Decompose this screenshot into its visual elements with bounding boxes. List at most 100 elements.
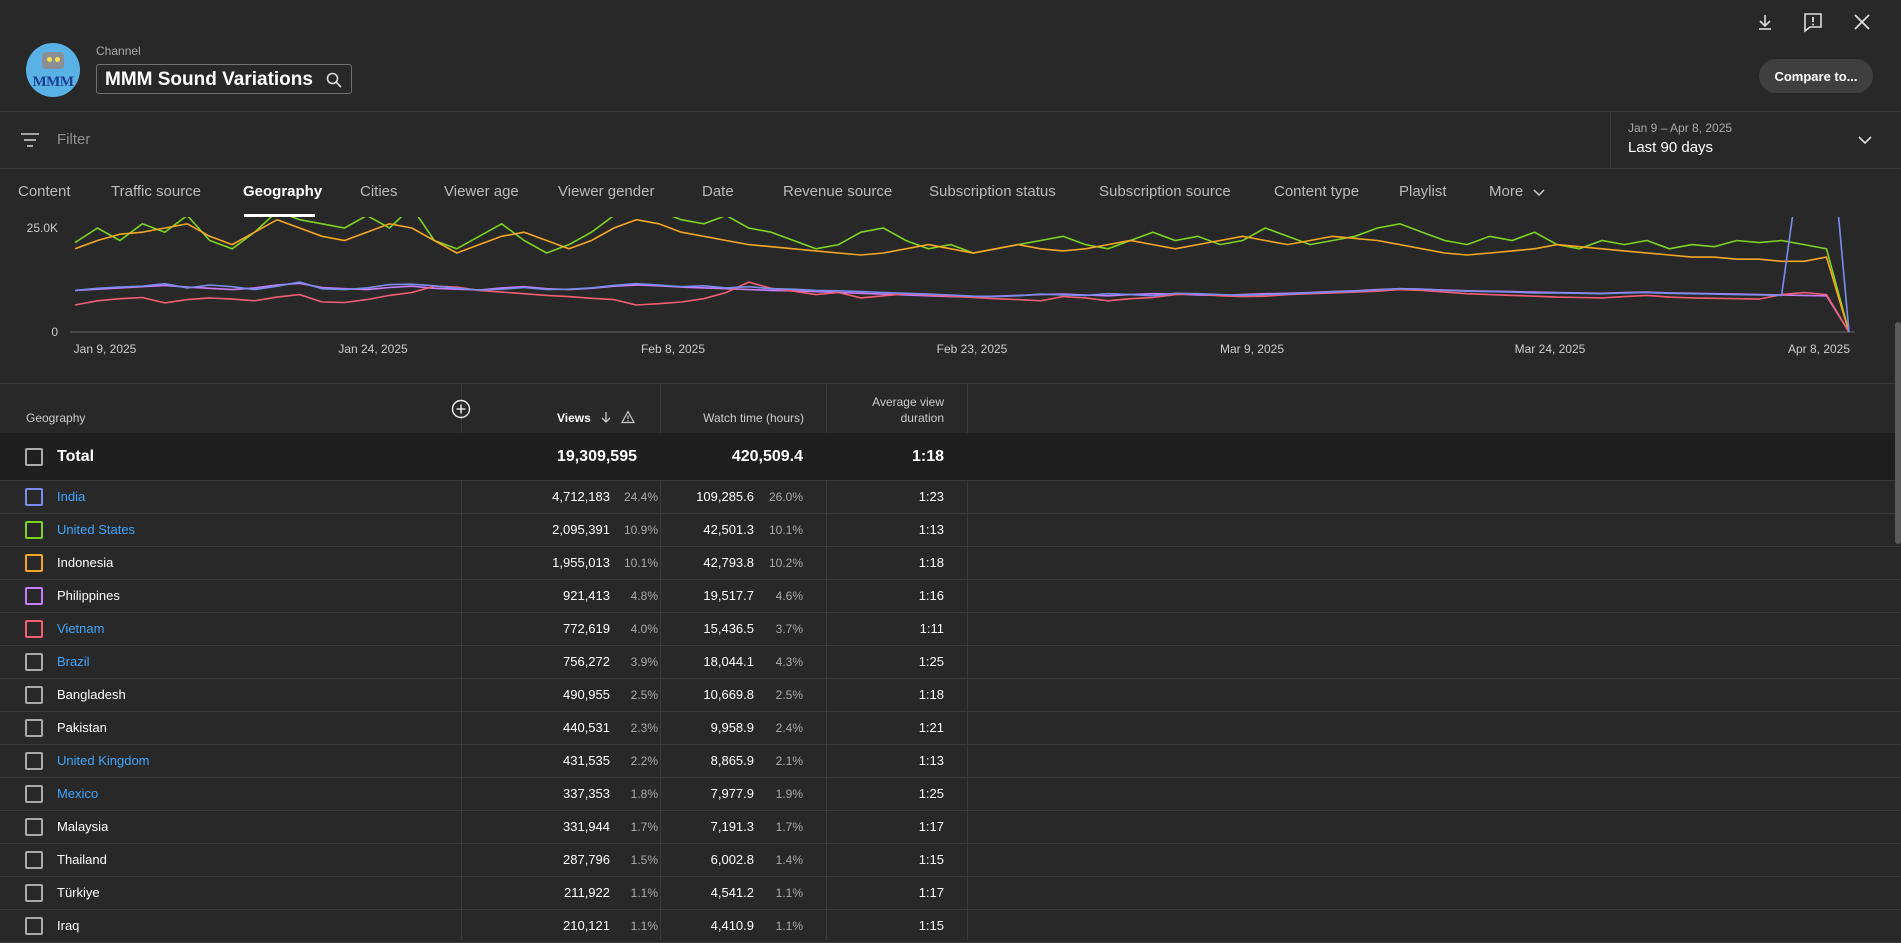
row-watch-time: 15,436.5: [703, 621, 754, 636]
row-country: Indonesia: [57, 555, 114, 570]
channel-label: Channel: [96, 44, 141, 58]
compare-button[interactable]: Compare to...: [1759, 59, 1873, 93]
y-tick-label: 25.0K: [27, 221, 58, 235]
row-checkbox[interactable]: [25, 488, 43, 506]
tab-content-type[interactable]: Content type: [1274, 183, 1359, 200]
row-country[interactable]: United States: [57, 522, 135, 537]
date-range-selector[interactable]: Jan 9 – Apr 8, 2025 Last 90 days: [1610, 112, 1901, 169]
table-row[interactable]: Brazil 756,272 3.9% 18,044.1 4.3% 1:25: [0, 646, 1901, 679]
row-country: Thailand: [57, 852, 107, 867]
row-checkbox[interactable]: [25, 653, 43, 671]
row-country[interactable]: Brazil: [57, 654, 90, 669]
close-icon[interactable]: [1851, 11, 1873, 33]
row-views-pct: 2.2%: [630, 754, 658, 768]
row-watch-pct: 10.2%: [768, 556, 803, 570]
row-watch-time: 42,501.3: [703, 522, 754, 537]
row-checkbox[interactable]: [25, 884, 43, 902]
row-checkbox[interactable]: [25, 851, 43, 869]
series-line-united-states[interactable]: [74, 217, 1850, 333]
row-country[interactable]: Vietnam: [57, 621, 104, 636]
tab-viewer-age[interactable]: Viewer age: [444, 183, 519, 200]
tab-more-label: More: [1489, 183, 1524, 200]
table-row[interactable]: Bangladesh 490,955 2.5% 10,669.8 2.5% 1:18: [0, 679, 1901, 712]
table-row[interactable]: Pakistan 440,531 2.3% 9,958.9 2.4% 1:21: [0, 712, 1901, 745]
add-column-icon[interactable]: [451, 399, 471, 419]
date-range-label: Last 90 days: [1628, 139, 1714, 156]
tab-traffic-source[interactable]: Traffic source: [111, 183, 201, 200]
table-row[interactable]: India 4,712,183 24.4% 109,285.6 26.0% 1:23: [0, 481, 1901, 514]
tab-subscription-source[interactable]: Subscription source: [1099, 183, 1231, 200]
series-line-philippines[interactable]: [74, 282, 1850, 333]
row-checkbox[interactable]: [25, 719, 43, 737]
x-tick-label: Jan 24, 2025: [338, 342, 408, 356]
row-views-pct: 4.8%: [630, 589, 658, 603]
row-country[interactable]: India: [57, 489, 85, 504]
row-country: Türkiye: [57, 885, 100, 900]
row-checkbox[interactable]: [25, 686, 43, 704]
tab-subscription-status[interactable]: Subscription status: [929, 183, 1056, 200]
header-avg-duration-2[interactable]: duration: [901, 411, 944, 425]
scrollbar[interactable]: [1895, 322, 1901, 544]
search-icon[interactable]: [326, 72, 342, 88]
row-country[interactable]: United Kingdom: [57, 753, 150, 768]
row-checkbox[interactable]: [25, 521, 43, 539]
table-row[interactable]: Indonesia 1,955,013 10.1% 42,793.8 10.2% 1:18: [0, 547, 1901, 580]
tab-content[interactable]: Content: [18, 183, 71, 200]
total-checkbox[interactable]: [25, 448, 43, 466]
download-icon[interactable]: [1754, 11, 1776, 33]
header-watch-time[interactable]: Watch time (hours): [703, 411, 804, 425]
row-watch-pct: 2.1%: [775, 754, 803, 768]
table-row[interactable]: Thailand 287,796 1.5% 6,002.8 1.4% 1:15: [0, 844, 1901, 877]
table-row[interactable]: Philippines 921,413 4.8% 19,517.7 4.6% 1:16: [0, 580, 1901, 613]
row-checkbox[interactable]: [25, 785, 43, 803]
tab-cities[interactable]: Cities: [360, 183, 398, 200]
table-row[interactable]: Mexico 337,353 1.8% 7,977.9 1.9% 1:25: [0, 778, 1901, 811]
row-country[interactable]: Mexico: [57, 786, 98, 801]
row-checkbox[interactable]: [25, 554, 43, 572]
tab-playlist[interactable]: Playlist: [1399, 183, 1447, 200]
chevron-down-icon: [1533, 189, 1545, 197]
channel-avatar[interactable]: MMM: [26, 43, 80, 97]
table-row[interactable]: United Kingdom 431,535 2.2% 8,865.9 2.1% 1:13: [0, 745, 1901, 778]
row-watch-pct: 1.7%: [775, 820, 803, 834]
table-row[interactable]: United States 2,095,391 10.9% 42,501.3 10.1%…: [0, 514, 1901, 547]
header-views[interactable]: Views: [557, 411, 591, 425]
tab-more[interactable]: More: [1489, 183, 1545, 200]
row-views-pct: 10.1%: [623, 556, 658, 570]
filter-icon[interactable]: [20, 132, 40, 148]
tab-revenue-source[interactable]: Revenue source: [783, 183, 892, 200]
table-row[interactable]: Vietnam 772,619 4.0% 15,436.5 3.7% 1:11: [0, 613, 1901, 646]
filter-input[interactable]: Filter: [57, 131, 90, 148]
header-avg-duration-1[interactable]: Average view: [872, 395, 944, 409]
series-line-indonesia[interactable]: [74, 218, 1850, 333]
feedback-icon[interactable]: [1802, 11, 1824, 33]
table-row-total: Total 19,309,595 420,509.4 1:18: [0, 433, 1901, 481]
row-checkbox[interactable]: [25, 752, 43, 770]
x-tick-label: Mar 24, 2025: [1515, 342, 1586, 356]
row-watch-time: 109,285.6: [696, 489, 754, 504]
x-tick-label: Feb 23, 2025: [937, 342, 1008, 356]
row-checkbox[interactable]: [25, 917, 43, 935]
table-row[interactable]: Iraq 210,121 1.1% 4,410.9 1.1% 1:15: [0, 910, 1901, 943]
tab-geography[interactable]: Geography: [243, 183, 322, 200]
row-avg-duration: 1:16: [918, 588, 944, 603]
row-country: Philippines: [57, 588, 120, 603]
row-views-pct: 10.9%: [623, 523, 658, 537]
row-views: 1,955,013: [552, 555, 610, 570]
robot-eye-icon: [47, 57, 52, 62]
series-line-india[interactable]: [74, 217, 1850, 333]
table-row[interactable]: Türkiye 211,922 1.1% 4,541.2 1.1% 1:17: [0, 877, 1901, 910]
robot-icon: [42, 52, 64, 69]
tab-date[interactable]: Date: [702, 183, 734, 200]
sort-down-icon[interactable]: [599, 410, 613, 424]
tab-viewer-gender[interactable]: Viewer gender: [558, 183, 654, 200]
row-watch-time: 19,517.7: [703, 588, 754, 603]
row-avg-duration: 1:23: [918, 489, 944, 504]
row-checkbox[interactable]: [25, 587, 43, 605]
channel-selector[interactable]: MMM Sound Variations: [96, 64, 352, 94]
row-watch-time: 4,541.2: [710, 885, 754, 900]
row-checkbox[interactable]: [25, 818, 43, 836]
row-checkbox[interactable]: [25, 620, 43, 638]
table-row[interactable]: Malaysia 331,944 1.7% 7,191.3 1.7% 1:17: [0, 811, 1901, 844]
warning-icon[interactable]: [621, 410, 635, 424]
